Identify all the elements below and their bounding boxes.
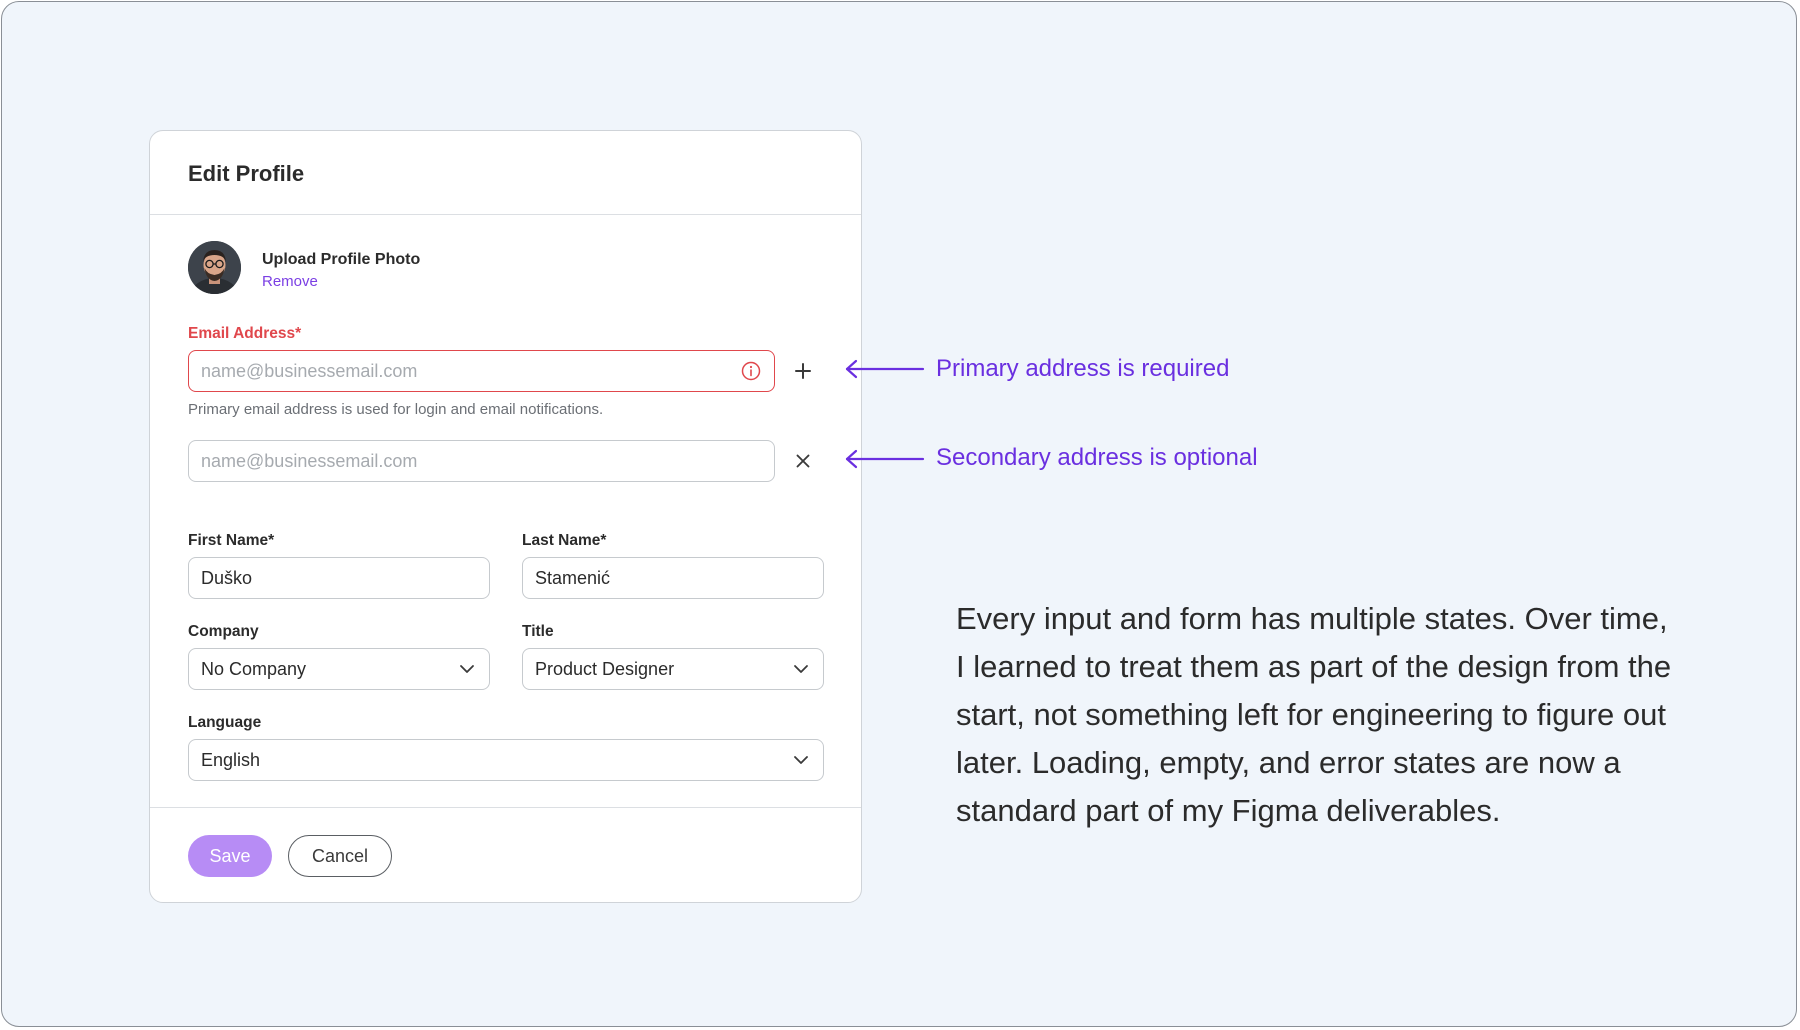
save-button[interactable]: Save xyxy=(188,835,272,877)
company-label: Company xyxy=(188,623,259,640)
canvas: Edit Profile Upload Profile Photo Remove xyxy=(1,1,1797,1027)
email-help-text: Primary email address is used for login … xyxy=(188,401,604,418)
email-label: Email Address* xyxy=(188,325,302,342)
last-name-input[interactable] xyxy=(522,557,824,599)
chevron-down-icon xyxy=(794,756,808,764)
company-value: No Company xyxy=(201,658,307,679)
chevron-down-icon xyxy=(460,665,474,673)
remove-photo-link[interactable]: Remove xyxy=(262,273,318,290)
title-label: Title xyxy=(522,623,554,640)
arrow-left-icon xyxy=(845,449,925,469)
card-footer-divider xyxy=(150,807,861,808)
info-icon xyxy=(741,361,761,381)
description-paragraph: Every input and form has multiple states… xyxy=(956,601,1672,828)
close-icon[interactable] xyxy=(791,449,815,473)
first-name-label: First Name* xyxy=(188,532,275,549)
secondary-address-annotation: Secondary address is optional xyxy=(936,444,1258,471)
primary-email-input[interactable] xyxy=(188,350,775,392)
language-select[interactable]: English xyxy=(188,739,824,781)
title-select[interactable]: Product Designer xyxy=(522,648,824,690)
cancel-button[interactable]: Cancel xyxy=(288,835,392,877)
language-label: Language xyxy=(188,714,262,731)
first-name-input[interactable] xyxy=(188,557,490,599)
upload-photo-label[interactable]: Upload Profile Photo xyxy=(262,251,420,269)
plus-icon[interactable] xyxy=(791,359,815,383)
company-select[interactable]: No Company xyxy=(188,648,490,690)
avatar[interactable] xyxy=(188,241,241,294)
title-value: Product Designer xyxy=(535,658,675,679)
primary-address-annotation: Primary address is required xyxy=(936,355,1230,382)
chevron-down-icon xyxy=(794,665,808,673)
secondary-email-input[interactable] xyxy=(188,440,775,482)
last-name-label: Last Name* xyxy=(522,532,607,549)
card-title: Edit Profile xyxy=(188,161,305,186)
language-value: English xyxy=(201,749,261,770)
edit-profile-card: Edit Profile Upload Profile Photo Remove xyxy=(149,130,862,903)
card-header: Edit Profile xyxy=(150,131,861,215)
arrow-left-icon xyxy=(845,359,925,379)
